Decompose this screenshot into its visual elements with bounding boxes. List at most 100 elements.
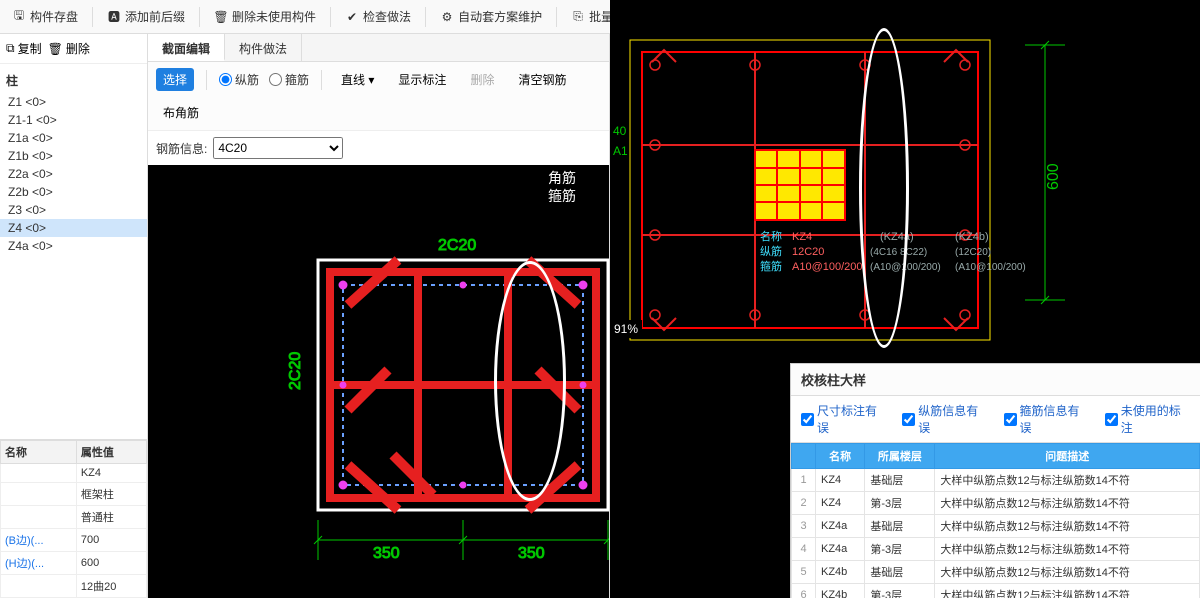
- radio-longitudinal[interactable]: 纵筋: [219, 71, 259, 88]
- delete-steel-button[interactable]: 删除: [463, 68, 501, 91]
- separator: [330, 7, 331, 27]
- validation-cell-floor: 基础层: [865, 469, 935, 492]
- th-issue[interactable]: 问题描述: [935, 444, 1200, 469]
- clear-steel-button[interactable]: 清空钢筋: [511, 68, 573, 91]
- property-value[interactable]: 600: [76, 552, 146, 575]
- chk-long-input[interactable]: [902, 413, 915, 426]
- chk-stirrup-lbl: 箍筋信息有误: [1020, 402, 1089, 436]
- validation-row[interactable]: 3KZ4a基础层大样中纵筋点数12与标注纵筋数14不符: [792, 515, 1200, 538]
- select-tool-button[interactable]: 选择: [156, 68, 194, 91]
- delete-button[interactable]: 🗑 删除: [48, 40, 90, 57]
- tree-item[interactable]: Z1-1 <0>: [0, 111, 147, 129]
- tree-item[interactable]: Z3 <0>: [0, 201, 147, 219]
- remove-unused-button[interactable]: 🗑 删除未使用构件: [208, 5, 322, 28]
- properties-panel: 名称 属性值 KZ4框架柱普通柱(B边)(...700(H边)(...60012…: [0, 439, 147, 598]
- tree-item[interactable]: Z4a <0>: [0, 237, 147, 255]
- radio-stirrup-label: 箍筋: [285, 71, 309, 88]
- cad-long-label: 纵筋: [760, 244, 782, 258]
- validation-cell-floor: 第-3层: [865, 492, 935, 515]
- tree-item[interactable]: Z4 <0>: [0, 219, 147, 237]
- tree-group-column[interactable]: 柱: [0, 68, 147, 93]
- validation-title: 校核柱大样: [791, 364, 1200, 396]
- delete-icon: 🗑: [214, 10, 228, 24]
- property-value[interactable]: 普通柱: [76, 506, 146, 529]
- property-row[interactable]: 普通柱: [1, 506, 147, 529]
- validation-row[interactable]: 1KZ4基础层大样中纵筋点数12与标注纵筋数14不符: [792, 469, 1200, 492]
- check-practice-label: 检查做法: [363, 8, 411, 25]
- copy-button[interactable]: ⧉ 复制: [6, 40, 42, 57]
- radio-longitudinal-label: 纵筋: [235, 71, 259, 88]
- property-name: (H边)(...: [1, 552, 77, 575]
- corner-steel-button[interactable]: 布角筋: [156, 101, 206, 124]
- cad-adj1-l1: (4C16 8C22): [870, 247, 927, 258]
- component-save-button[interactable]: 🖫 构件存盘: [6, 5, 84, 28]
- chk-unused-input[interactable]: [1105, 413, 1118, 426]
- tab-component-practice[interactable]: 构件做法: [225, 34, 302, 61]
- validation-cell-n: 6: [792, 584, 816, 598]
- radio-longitudinal-input[interactable]: [219, 73, 232, 86]
- section-canvas[interactable]: 300 300 350 350 2C20 2C20 角筋 箍筋: [148, 165, 609, 598]
- chk-unused-lbl: 未使用的标注: [1121, 402, 1190, 436]
- cad-viewport[interactable]: 600: [610, 0, 1200, 598]
- validation-row[interactable]: 5KZ4b基础层大样中纵筋点数12与标注纵筋数14不符: [792, 561, 1200, 584]
- property-value[interactable]: KZ4: [76, 464, 146, 483]
- component-save-label: 构件存盘: [30, 8, 78, 25]
- chk-unused[interactable]: 未使用的标注: [1105, 402, 1190, 436]
- property-row[interactable]: KZ4: [1, 464, 147, 483]
- show-label-button[interactable]: 显示标注: [391, 68, 453, 91]
- property-row[interactable]: (H边)(...600: [1, 552, 147, 575]
- check-practice-button[interactable]: ✔ 检查做法: [339, 5, 417, 28]
- th-num: [792, 444, 816, 469]
- validation-cell-n: 1: [792, 469, 816, 492]
- component-tree[interactable]: 柱 Z1 <0>Z1-1 <0>Z1a <0>Z1b <0>Z2a <0>Z2b…: [0, 64, 147, 439]
- validation-table: 名称 所属楼层 问题描述 1KZ4基础层大样中纵筋点数12与标注纵筋数14不符2…: [791, 443, 1200, 598]
- chk-stirrup[interactable]: 箍筋信息有误: [1004, 402, 1089, 436]
- property-row[interactable]: 框架柱: [1, 483, 147, 506]
- add-prefix-suffix-button[interactable]: 🅰 添加前后缀: [101, 5, 191, 28]
- batch-icon: ⎘: [571, 10, 585, 24]
- steel-info-select[interactable]: 4C20: [213, 137, 343, 159]
- tree-item[interactable]: Z2a <0>: [0, 165, 147, 183]
- right-panel: 600: [610, 0, 1200, 598]
- validation-cell-n: 3: [792, 515, 816, 538]
- validation-table-wrap[interactable]: 名称 所属楼层 问题描述 1KZ4基础层大样中纵筋点数12与标注纵筋数14不符2…: [791, 443, 1200, 598]
- th-name[interactable]: 名称: [816, 444, 865, 469]
- chk-dim-input[interactable]: [801, 413, 814, 426]
- tree-item[interactable]: Z2b <0>: [0, 183, 147, 201]
- validation-cell-issue: 大样中纵筋点数12与标注纵筋数14不符: [935, 561, 1200, 584]
- property-value[interactable]: 12曲20: [76, 575, 146, 598]
- validation-cell-issue: 大样中纵筋点数12与标注纵筋数14不符: [935, 584, 1200, 598]
- property-row[interactable]: (B边)(...700: [1, 529, 147, 552]
- chk-stirrup-input[interactable]: [1004, 413, 1017, 426]
- validation-row[interactable]: 4KZ4a第-3层大样中纵筋点数12与标注纵筋数14不符: [792, 538, 1200, 561]
- validation-row[interactable]: 2KZ4第-3层大样中纵筋点数12与标注纵筋数14不符: [792, 492, 1200, 515]
- check-icon: ✔: [345, 10, 359, 24]
- tree-item[interactable]: Z1 <0>: [0, 93, 147, 111]
- tree-item[interactable]: Z1a <0>: [0, 129, 147, 147]
- property-value[interactable]: 700: [76, 529, 146, 552]
- validation-cell-n: 2: [792, 492, 816, 515]
- validation-row[interactable]: 6KZ4b第-3层大样中纵筋点数12与标注纵筋数14不符: [792, 584, 1200, 598]
- property-row[interactable]: 12曲20: [1, 575, 147, 598]
- straight-line-button[interactable]: 直线 ▾: [334, 68, 381, 91]
- chk-long[interactable]: 纵筋信息有误: [902, 402, 987, 436]
- validation-cell-n: 4: [792, 538, 816, 561]
- copy-icon: ⧉: [6, 41, 15, 56]
- radio-stirrup-input[interactable]: [269, 73, 282, 86]
- property-value[interactable]: 框架柱: [76, 483, 146, 506]
- chk-dim[interactable]: 尺寸标注有误: [801, 402, 886, 436]
- chk-long-lbl: 纵筋信息有误: [918, 402, 987, 436]
- radio-stirrup[interactable]: 箍筋: [269, 71, 309, 88]
- cad-dim-600: 600: [1045, 163, 1062, 190]
- tab-section-edit[interactable]: 截面编辑: [148, 34, 225, 61]
- property-name: [1, 483, 77, 506]
- remove-unused-label: 删除未使用构件: [232, 8, 316, 25]
- zoom-indicator: 91%: [610, 320, 642, 338]
- separator: [321, 70, 322, 90]
- auto-scheme-button[interactable]: ⚙ 自动套方案维护: [434, 5, 548, 28]
- cad-name-label: 名称: [760, 229, 782, 243]
- tree-item[interactable]: Z1b <0>: [0, 147, 147, 165]
- th-floor[interactable]: 所属楼层: [865, 444, 935, 469]
- validation-cell-name: KZ4a: [816, 515, 865, 538]
- left-actions: ⧉ 复制 🗑 删除: [0, 34, 147, 64]
